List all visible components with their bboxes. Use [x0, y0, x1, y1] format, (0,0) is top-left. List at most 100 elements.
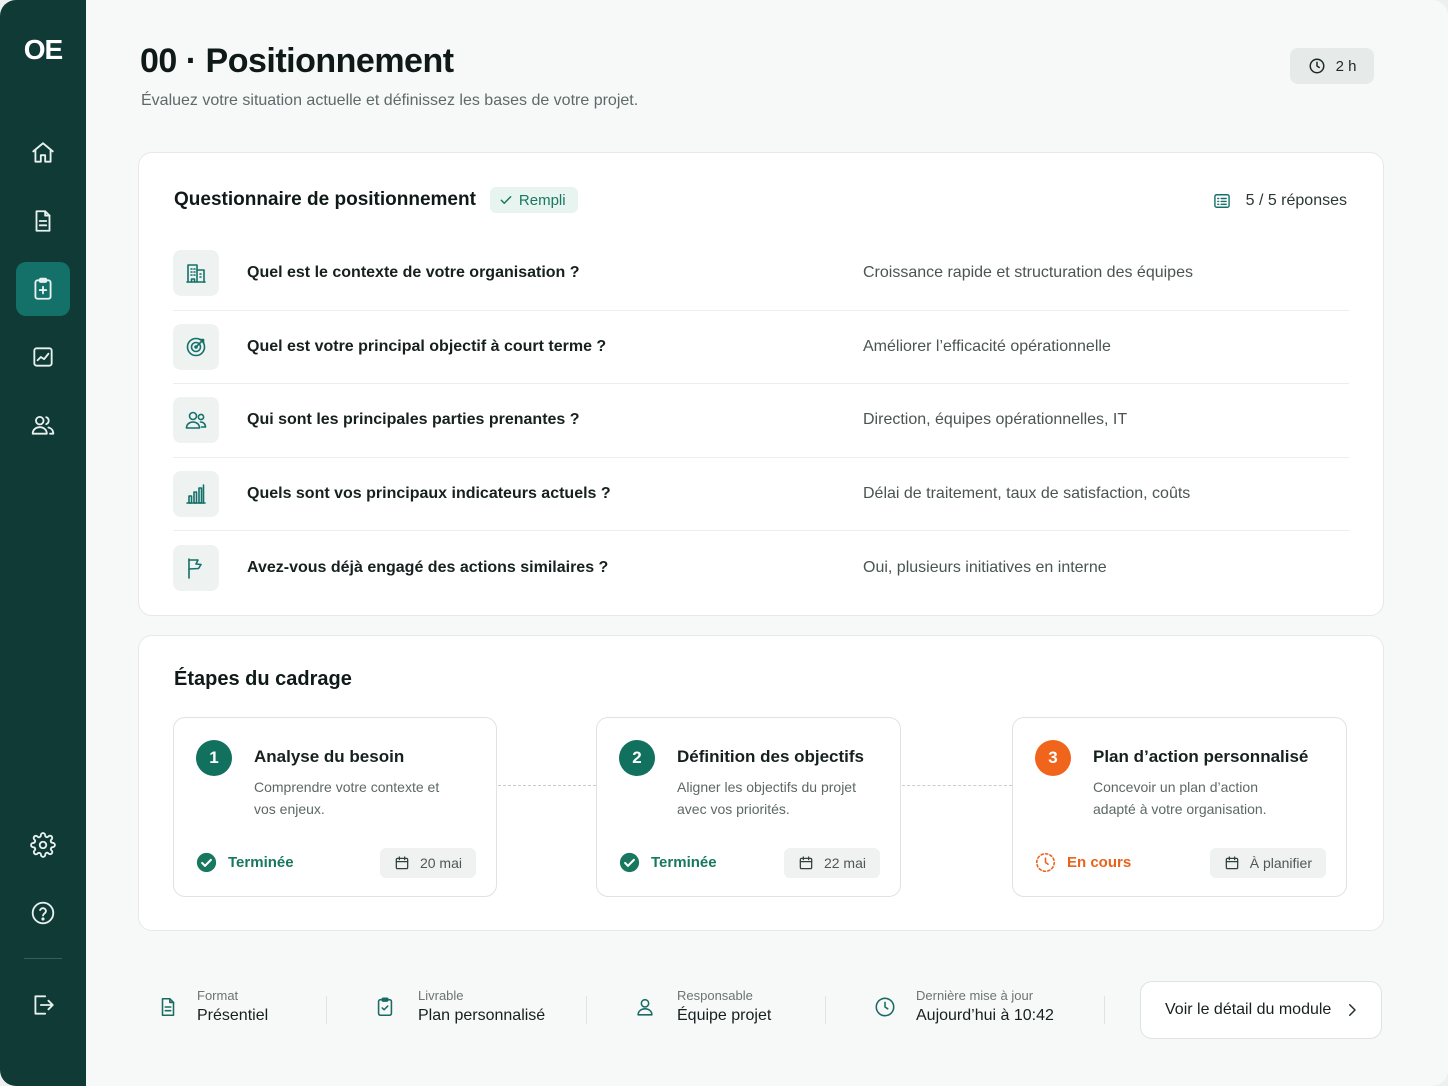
- step-number: 2: [619, 740, 655, 776]
- answer-text: Croissance rapide et structuration des é…: [863, 264, 1193, 282]
- footer-label: Livrable: [418, 988, 464, 1003]
- logout-icon: [34, 995, 54, 1015]
- sidebar-nav: [16, 126, 70, 452]
- sidebar-item-documents[interactable]: [16, 194, 70, 248]
- step-connector: [498, 785, 596, 786]
- check-icon: [500, 196, 512, 204]
- step-date: 20 mai: [379, 848, 476, 878]
- answers-count: 5 / 5 réponses: [1212, 191, 1347, 211]
- step-status: Terminée: [196, 852, 294, 873]
- sidebar-item-analytics[interactable]: [16, 330, 70, 384]
- step-description: Aligner les objectifs du projet avec vos…: [677, 779, 856, 817]
- footer-label: Responsable: [677, 988, 753, 1003]
- question-row[interactable]: Quels sont vos principaux indicateurs ac…: [173, 458, 1349, 531]
- status-badge-label: Rempli: [518, 191, 566, 209]
- sidebar-item-logout[interactable]: [16, 978, 70, 1032]
- step-status-label: Terminée: [228, 854, 294, 871]
- question-icon-box: [173, 323, 219, 370]
- step-date-label: 22 mai: [823, 855, 866, 871]
- footer-divider: [825, 996, 826, 1024]
- question-icon-box: [173, 397, 219, 444]
- question-icon-box: [173, 470, 219, 517]
- sidebar-item-settings[interactable]: [16, 818, 70, 872]
- steps-card: Étapes du cadrage 1 Analyse du besoin Co…: [138, 635, 1384, 931]
- question-text: Avez-vous déjà engagé des actions simila…: [247, 558, 609, 576]
- footer-label: Format: [197, 988, 239, 1003]
- questionnaire-title: Questionnaire de positionnement: [174, 189, 476, 210]
- page-title: 00 · Positionnement: [140, 42, 454, 80]
- answer-text: Délai de traitement, taux de satisfactio…: [863, 484, 1191, 502]
- step-number: 1: [196, 740, 232, 776]
- calendar-icon: [1225, 856, 1239, 870]
- step-status-label: Terminée: [651, 854, 717, 871]
- logo: OE: [23, 34, 63, 65]
- user-icon: [637, 998, 653, 1016]
- calendar-icon: [395, 856, 409, 870]
- footer-last-update: Dernière mise à jour Aujourd’hui à 10:42: [874, 988, 1054, 1025]
- bar-chart-icon: [186, 483, 206, 504]
- footer-format-text: Format Présentiel: [197, 988, 268, 1025]
- check-circle-icon: [196, 852, 217, 873]
- step-connector: [902, 785, 1012, 786]
- clock-icon: [1309, 58, 1325, 74]
- status-badge: Rempli: [489, 187, 578, 213]
- calendar-icon: [799, 856, 813, 870]
- view-module-detail-label: Voir le détail du module: [1165, 1001, 1332, 1018]
- question-text: Quel est votre principal objectif à cour…: [247, 337, 607, 355]
- sidebar: OE: [0, 0, 86, 1086]
- document-icon: [35, 210, 51, 232]
- footer-deliverable-text: Livrable Plan personnalisé: [418, 988, 545, 1025]
- step-card-2[interactable]: 2 Définition des objectifs Aligner les o…: [596, 717, 901, 897]
- sidebar-item-home[interactable]: [16, 126, 70, 180]
- answer-text: Direction, équipes opérationnelles, IT: [863, 411, 1128, 429]
- footer-value: Aujourd’hui à 10:42: [916, 1007, 1054, 1024]
- step-title: Analyse du besoin: [254, 747, 405, 766]
- question-icon-box: [173, 544, 219, 591]
- question-list: Quel est le contexte de votre organisati…: [173, 237, 1349, 605]
- list-icon: [1213, 194, 1230, 208]
- sidebar-divider: [24, 958, 62, 959]
- check-circle-icon: [619, 852, 640, 873]
- footer-divider: [1104, 996, 1105, 1024]
- sidebar-item-team[interactable]: [16, 398, 70, 452]
- question-row[interactable]: Quel est votre principal objectif à cour…: [173, 311, 1349, 384]
- view-module-detail-button[interactable]: Voir le détail du module: [1140, 981, 1382, 1039]
- question-text: Quels sont vos principaux indicateurs ac…: [247, 484, 611, 502]
- footer-format: Format Présentiel: [157, 988, 268, 1025]
- question-row[interactable]: Qui sont les principales parties prenant…: [173, 384, 1349, 458]
- question-row[interactable]: Quel est le contexte de votre organisati…: [173, 237, 1349, 311]
- home-icon: [32, 142, 54, 163]
- footer-value: Équipe projet: [677, 1007, 772, 1024]
- footer-owner: Responsable Équipe projet: [634, 988, 771, 1025]
- step-card-1[interactable]: 1 Analyse du besoin Comprendre votre con…: [173, 717, 497, 897]
- clock-icon: [875, 997, 895, 1016]
- clipboard-icon: [34, 277, 52, 300]
- questionnaire-header: Questionnaire de positionnement Rempli: [174, 187, 578, 213]
- duration-value: 2 h: [1335, 57, 1357, 75]
- answer-text: Oui, plusieurs initiatives en interne: [863, 558, 1107, 576]
- flag-icon: [188, 557, 202, 579]
- duration-badge: 2 h: [1290, 48, 1374, 84]
- question-text: Qui sont les principales parties prenant…: [247, 411, 580, 429]
- step-title: Définition des objectifs: [677, 747, 865, 766]
- footer-value: Présentiel: [197, 1007, 269, 1024]
- question-icon-box: [173, 250, 219, 297]
- question-text: Quel est le contexte de votre organisati…: [247, 264, 580, 282]
- step-status-label: En cours: [1067, 854, 1132, 871]
- step-card-3[interactable]: 3 Plan d’action personnalisé Concevoir u…: [1012, 717, 1347, 897]
- sidebar-item-help[interactable]: [16, 886, 70, 940]
- sidebar-bottom-nav: [0, 818, 86, 940]
- clipboard-icon: [377, 997, 393, 1016]
- footer-value: Plan personnalisé: [418, 1007, 546, 1024]
- step-date-label: À planifier: [1249, 855, 1312, 871]
- footer-owner-text: Responsable Équipe projet: [677, 988, 771, 1025]
- footer-deliverable: Livrable Plan personnalisé: [374, 988, 545, 1025]
- gear-icon: [30, 832, 56, 858]
- step-title: Plan d’action personnalisé: [1093, 747, 1309, 766]
- step-number: 3: [1035, 740, 1071, 776]
- question-row[interactable]: Avez-vous déjà engagé des actions simila…: [173, 531, 1349, 605]
- questionnaire-card: Questionnaire de positionnement Rempli 5…: [138, 152, 1384, 616]
- sidebar-item-positioning[interactable]: [16, 262, 70, 316]
- footer-divider: [326, 996, 327, 1024]
- in-progress-icon: [1035, 852, 1056, 873]
